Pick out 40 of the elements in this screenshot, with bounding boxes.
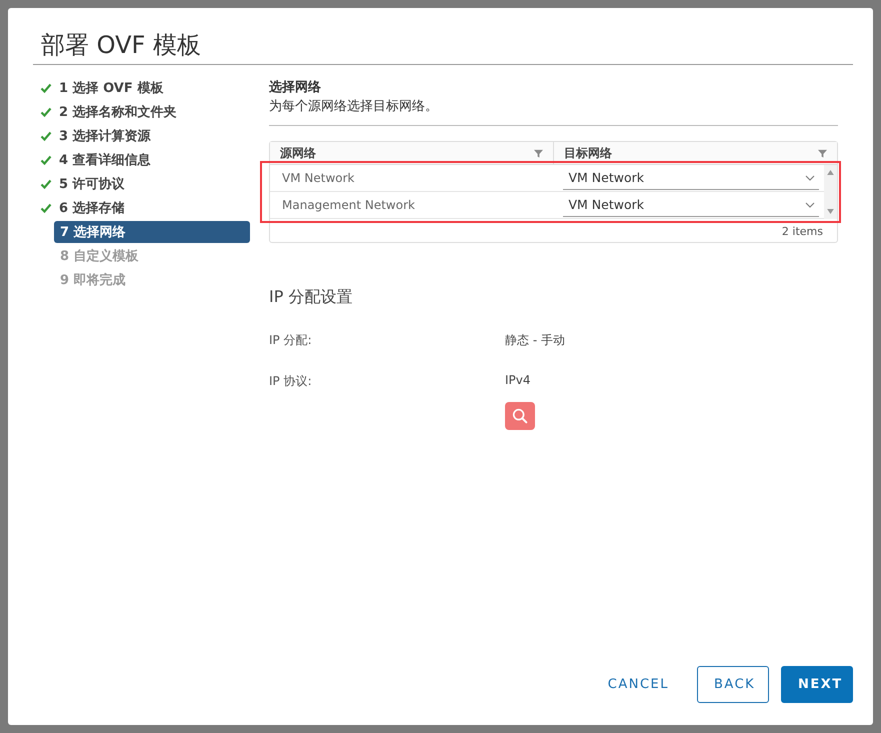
field-value: 静态 - 手动 <box>505 332 565 349</box>
caret-icon <box>805 202 815 208</box>
filter-icon[interactable] <box>534 148 543 158</box>
dialog-title: 部署 OVF 模板 <box>33 8 853 65</box>
wizard-step[interactable]: 7 选择网络 <box>54 221 250 243</box>
search-icon <box>511 407 529 425</box>
scrollbar[interactable] <box>824 165 837 219</box>
wizard-step[interactable]: 6 选择存储 <box>40 197 250 219</box>
network-dropdown[interactable]: VM Network <box>562 166 819 190</box>
section-description: 为每个源网络选择目标网络。 <box>269 97 838 126</box>
check-icon <box>40 106 52 118</box>
scroll-up-icon[interactable] <box>827 170 834 175</box>
check-icon <box>40 130 52 142</box>
wizard-step[interactable]: 4 查看详细信息 <box>40 149 250 171</box>
filter-icon[interactable] <box>818 148 827 158</box>
network-dropdown[interactable]: VM Network <box>562 194 819 216</box>
wizard-step[interactable]: 3 选择计算资源 <box>40 125 250 147</box>
search-button[interactable] <box>505 402 535 430</box>
table-cell-text: VM Network <box>281 170 356 187</box>
check-icon <box>40 202 52 214</box>
caret-icon <box>805 174 815 180</box>
dialog-button[interactable]: NEXT <box>781 666 853 703</box>
dialog-button[interactable]: CANCEL <box>592 666 685 703</box>
wizard-step[interactable]: 1 选择 OVF 模板 <box>40 77 250 99</box>
table-cell-text: Management Network <box>281 197 416 214</box>
column-header[interactable]: 源网络 <box>270 142 553 164</box>
item-count: 2 items <box>782 225 823 238</box>
wizard-step[interactable]: 5 许可协议 <box>40 173 250 195</box>
check-icon <box>40 154 52 166</box>
section-title: IP 分配设置 <box>269 287 354 308</box>
check-icon <box>40 82 52 94</box>
field-label: IP 协议: <box>269 373 313 390</box>
wizard-step[interactable]: 2 选择名称和文件夹 <box>40 101 250 123</box>
section-title: 选择网络 <box>269 79 322 97</box>
scroll-down-icon[interactable] <box>827 209 834 214</box>
field-value: IPv4 <box>505 373 531 389</box>
field-label: IP 分配: <box>269 332 313 349</box>
check-icon <box>40 178 52 190</box>
column-header[interactable]: 目标网络 <box>553 142 837 164</box>
dialog-button[interactable]: BACK <box>697 666 769 703</box>
